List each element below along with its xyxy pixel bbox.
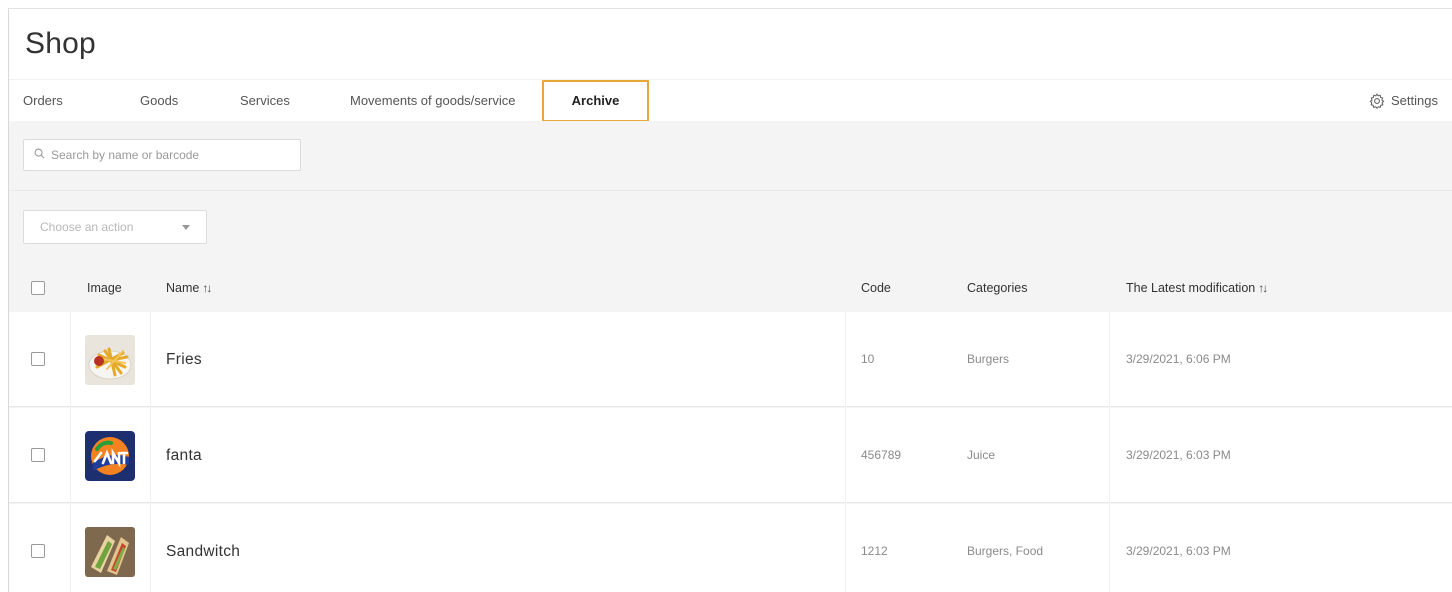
tab-goods[interactable]: Goods: [140, 80, 178, 122]
column-divider: [70, 312, 71, 407]
search-icon: [34, 146, 45, 164]
column-header-modified[interactable]: The Latest modification ↑↓: [1126, 264, 1268, 312]
fanta-thumbnail: [85, 431, 135, 481]
column-divider: [1109, 312, 1110, 407]
action-dropdown[interactable]: Choose an action: [23, 210, 207, 244]
product-name[interactable]: Fries: [166, 312, 202, 407]
gear-icon: [1369, 93, 1385, 109]
table-header: Image Name ↑↓ Code Categories The Latest …: [9, 264, 1452, 312]
tab-archive[interactable]: Archive: [542, 80, 649, 122]
product-categories: Juice: [967, 448, 996, 462]
row-checkbox[interactable]: [31, 352, 45, 366]
column-divider: [70, 408, 71, 503]
product-name[interactable]: Sandwitch: [166, 504, 240, 592]
product-modified: 3/29/2021, 6:03 PM: [1126, 544, 1231, 558]
action-dropdown-label: Choose an action: [40, 220, 134, 234]
column-divider: [150, 504, 151, 592]
table-row[interactable]: Fries 10 Burgers 3/29/2021, 6:06 PM: [9, 312, 1452, 407]
page-title: Shop: [25, 27, 96, 60]
column-divider: [150, 312, 151, 407]
column-header-image: Image: [87, 281, 122, 295]
page-header: Shop: [9, 9, 1452, 79]
column-header-categories: Categories: [967, 281, 1028, 295]
chevron-down-icon: [182, 225, 190, 230]
tab-services[interactable]: Services: [240, 80, 290, 122]
product-modified: 3/29/2021, 6:03 PM: [1126, 448, 1231, 462]
column-divider: [845, 408, 846, 503]
product-modified: 3/29/2021, 6:06 PM: [1126, 352, 1231, 366]
product-categories: Burgers: [967, 352, 1010, 366]
app-frame: Shop Orders Goods Services Movements of …: [8, 8, 1452, 592]
column-divider: [845, 504, 846, 592]
product-code: 10: [861, 352, 875, 366]
search-area: [9, 121, 1452, 191]
product-code: 456789: [861, 448, 902, 462]
column-divider: [150, 408, 151, 503]
search-input[interactable]: [51, 148, 291, 162]
select-all-checkbox[interactable]: [31, 281, 45, 295]
row-checkbox[interactable]: [31, 448, 45, 462]
table-row[interactable]: Sandwitch 1212 Burgers, Food 3/29/2021, …: [9, 504, 1452, 592]
column-header-name-label: Name: [166, 281, 200, 295]
tab-bar: Orders Goods Services Movements of goods…: [9, 79, 1452, 122]
column-header-name[interactable]: Name ↑↓: [166, 264, 212, 312]
sandwich-thumbnail: [85, 527, 135, 577]
bulk-action-area: Choose an action: [9, 192, 1452, 264]
product-name[interactable]: fanta: [166, 408, 202, 503]
tab-movements[interactable]: Movements of goods/service: [350, 80, 515, 122]
sort-icon[interactable]: ↑↓: [1258, 281, 1268, 295]
column-divider: [1109, 504, 1110, 592]
search-box[interactable]: [23, 139, 301, 171]
settings-button[interactable]: Settings: [1369, 80, 1438, 122]
column-divider: [1109, 408, 1110, 503]
column-header-modified-label: The Latest modification: [1126, 281, 1256, 295]
product-categories: Burgers, Food: [967, 544, 1044, 558]
column-divider: [70, 504, 71, 592]
fries-thumbnail: [85, 335, 135, 385]
table-row[interactable]: fanta 456789 Juice 3/29/2021, 6:03 PM: [9, 408, 1452, 503]
settings-label: Settings: [1391, 93, 1438, 108]
sort-icon[interactable]: ↑↓: [202, 281, 212, 295]
product-code: 1212: [861, 544, 888, 558]
column-header-code: Code: [861, 281, 891, 295]
column-divider: [845, 312, 846, 407]
row-checkbox[interactable]: [31, 544, 45, 558]
tab-orders[interactable]: Orders: [23, 80, 63, 122]
